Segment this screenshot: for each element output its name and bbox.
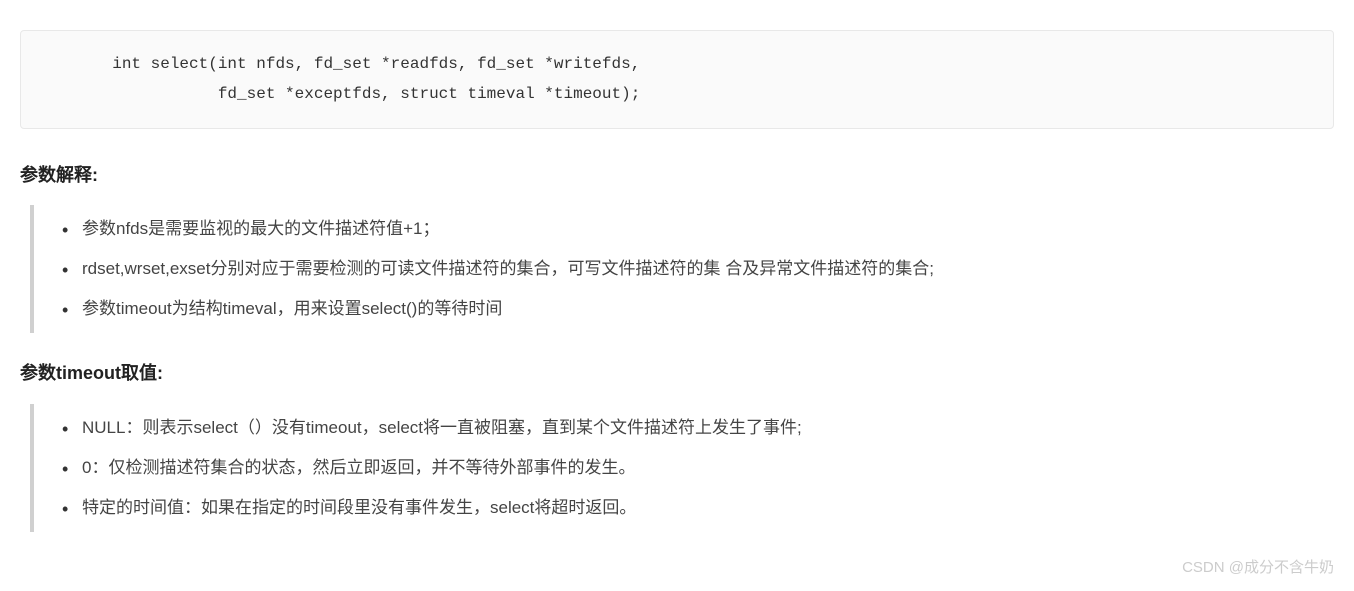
params-list: 参数nfds是需要监视的最大的文件描述符值+1； rdset,wrset,exs… <box>54 209 1334 329</box>
list-item: 0：仅检测描述符集合的状态，然后立即返回，并不等待外部事件的发生。 <box>82 448 1334 488</box>
list-item: 参数timeout为结构timeval，用来设置select()的等待时间 <box>82 289 1334 329</box>
list-item: 特定的时间值：如果在指定的时间段里没有事件发生，select将超时返回。 <box>82 488 1334 528</box>
code-block: int select(int nfds, fd_set *readfds, fd… <box>20 30 1334 129</box>
section-heading-timeout: 参数timeout取值: <box>20 357 1334 389</box>
quote-block-timeout: NULL：则表示select（）没有timeout，select将一直被阻塞，直… <box>30 404 1334 532</box>
list-item: 参数nfds是需要监视的最大的文件描述符值+1； <box>82 209 1334 249</box>
list-item: rdset,wrset,exset分别对应于需要检测的可读文件描述符的集合，可写… <box>82 249 1334 289</box>
watermark: CSDN @成分不含牛奶 <box>1182 554 1334 581</box>
section-heading-params: 参数解释: <box>20 159 1334 191</box>
quote-block-params: 参数nfds是需要监视的最大的文件描述符值+1； rdset,wrset,exs… <box>30 205 1334 333</box>
code-line-2: fd_set *exceptfds, struct timeval *timeo… <box>45 85 640 103</box>
list-item: NULL：则表示select（）没有timeout，select将一直被阻塞，直… <box>82 408 1334 448</box>
timeout-list: NULL：则表示select（）没有timeout，select将一直被阻塞，直… <box>54 408 1334 528</box>
code-line-1: int select(int nfds, fd_set *readfds, fd… <box>45 55 640 73</box>
